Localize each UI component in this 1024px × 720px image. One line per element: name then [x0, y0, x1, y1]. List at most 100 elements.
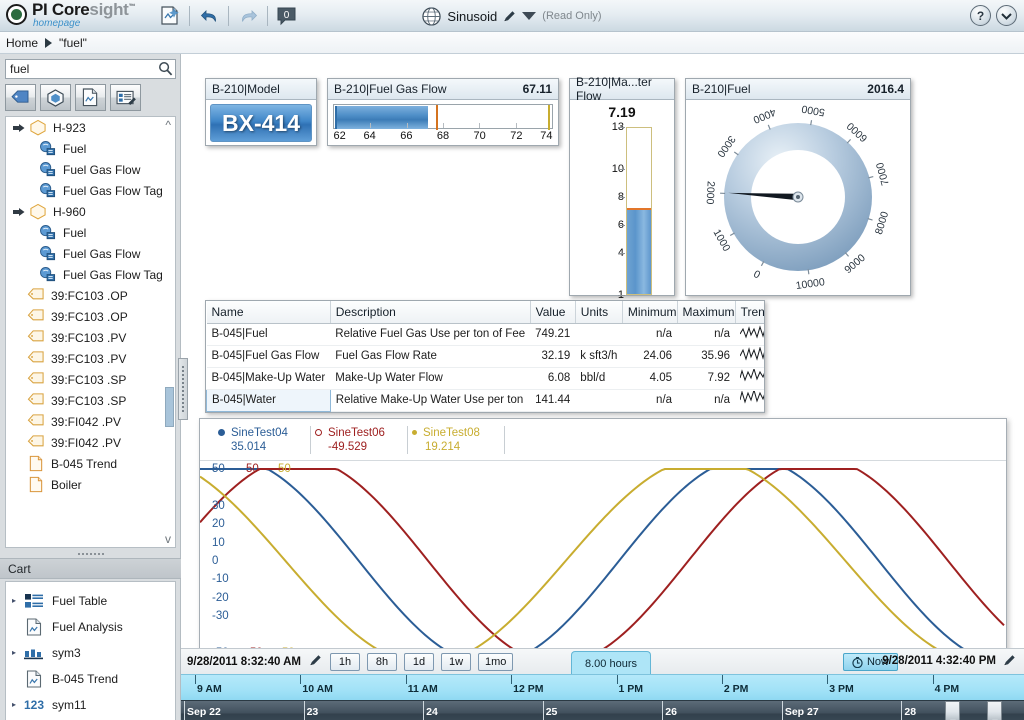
- table-row[interactable]: B-045|Water Relative Make-Up Water Use pe…: [206, 388, 764, 412]
- start-time-label[interactable]: 9/28/2011 8:32:40 AM: [187, 656, 301, 668]
- cart-item-sym11[interactable]: ▸ 123 sym11: [6, 692, 175, 718]
- tree-item-39-fi042-pv[interactable]: 39:FI042 .PV: [6, 432, 175, 453]
- quick-range-8h[interactable]: 8h: [367, 652, 398, 671]
- expand-arrow-icon[interactable]: [12, 206, 26, 218]
- tree-item-fuel-gas-flow[interactable]: Fuel Gas Flow: [6, 243, 175, 264]
- tree-item-b-045-trend[interactable]: B-045 Trend: [6, 453, 175, 474]
- help-button[interactable]: ?: [970, 5, 991, 26]
- range-handle-left[interactable]: [945, 701, 960, 720]
- filter-collections-button[interactable]: [110, 84, 141, 111]
- tree-item-39-fc103-pv[interactable]: 39:FC103 .PV: [6, 348, 175, 369]
- legend-top: SineTest04: [218, 427, 294, 439]
- data-table[interactable]: Name Description Value Units Minimum Maximum T…: [205, 300, 765, 413]
- tree-item-label: 39:FC103 .PV: [51, 351, 127, 366]
- search-input[interactable]: [5, 59, 176, 79]
- table-header-value[interactable]: Value: [530, 301, 576, 324]
- sidebar-grip-handle[interactable]: [5, 549, 176, 558]
- cart-item-b-045-trend[interactable]: B-045 Trend: [6, 666, 175, 692]
- document-menu-chevron-down-icon[interactable]: [522, 12, 537, 20]
- quick-range-1d[interactable]: 1d: [404, 652, 435, 671]
- tree-item-h-923[interactable]: H-923: [6, 117, 175, 138]
- redo-button[interactable]: [233, 3, 263, 29]
- widget-master-flow-vbar[interactable]: B-210|Ma...ter Flow 7.19 13108641: [569, 75, 675, 301]
- search-icon[interactable]: [158, 61, 173, 76]
- table-icon: [25, 593, 43, 608]
- widget-model-value[interactable]: B-210|Model BX-414: [205, 78, 317, 146]
- cart-list[interactable]: ▸ Fuel Table Fuel Analysis ▸ sym3 B-045 Trend…: [5, 581, 176, 720]
- filter-displays-button[interactable]: [75, 84, 106, 111]
- cart-expand-chevron-right-icon[interactable]: ▸: [12, 701, 22, 709]
- tree-item-39-fc103-op[interactable]: 39:FC103 .OP: [6, 285, 175, 306]
- app-logo[interactable]: PI Coresight™ homepage: [6, 1, 136, 29]
- cell-name[interactable]: B-045|Make-Up Water: [206, 367, 331, 390]
- cell-maximum: 35.96: [677, 345, 736, 368]
- y-axis-tick-label: 50: [212, 463, 225, 475]
- day-timeline[interactable]: Sep 22 23 24 25 26 Sep 27 28: [181, 700, 1024, 720]
- tree-item-39-fc103-sp[interactable]: 39:FC103 .SP: [6, 390, 175, 411]
- tree-scrollbar-thumb[interactable]: [165, 387, 174, 427]
- range-handle-right[interactable]: [987, 701, 1002, 720]
- sidebar-splitter[interactable]: [178, 358, 188, 420]
- tree-item-39-fc103-op[interactable]: 39:FC103 .OP: [6, 306, 175, 327]
- legend-item-sinetest06[interactable]: SineTest06 -49.529: [311, 427, 407, 453]
- chart-plot-area[interactable]: 503020100-10-20-30-5050-5050-50: [199, 461, 1006, 661]
- cart-item-fuel-analysis[interactable]: Fuel Analysis: [6, 614, 175, 640]
- cart-expand-chevron-right-icon[interactable]: ▸: [12, 597, 22, 605]
- widget-fuel-gas-flow-bar[interactable]: B-210|Fuel Gas Flow 67.11 62 64 66 68 70 72 74: [327, 78, 559, 146]
- table-header-minimum[interactable]: Minimum: [622, 301, 678, 324]
- cell-name[interactable]: B-045|Fuel: [206, 323, 331, 346]
- filter-tags-button[interactable]: [5, 84, 36, 111]
- hour-timeline[interactable]: 9 AM 10 AM 11 AM 12 PM 1 PM 2 PM 3 PM 4 PM: [181, 674, 1024, 700]
- tree-item-boiler[interactable]: Boiler: [6, 474, 175, 495]
- legend-item-sinetest04[interactable]: SineTest04 35.014: [214, 427, 310, 453]
- table-header-units[interactable]: Units: [575, 301, 623, 324]
- quick-range-1w[interactable]: 1w: [441, 652, 472, 671]
- tree-item-fuel-gas-flow-tag[interactable]: Fuel Gas Flow Tag: [6, 180, 175, 201]
- day-label: 28: [904, 706, 917, 718]
- hbar-scale-label: 72: [510, 130, 523, 142]
- undo-button[interactable]: [194, 3, 224, 29]
- cart-item-sym3[interactable]: ▸ sym3: [6, 640, 175, 666]
- new-display-button[interactable]: [155, 3, 185, 29]
- tree-item-fuel-gas-flow-tag[interactable]: Fuel Gas Flow Tag: [6, 264, 175, 285]
- options-chevron-down-icon[interactable]: [996, 5, 1017, 26]
- table-row[interactable]: B-045|Make-Up Water Make-Up Water Flow 6.0…: [206, 367, 764, 390]
- end-time-label[interactable]: 9/28/2011 4:32:40 PM: [882, 655, 996, 667]
- cell-name[interactable]: B-045|Fuel Gas Flow: [206, 345, 331, 368]
- quick-range-1mo[interactable]: 1mo: [478, 652, 514, 671]
- search-results-tree[interactable]: ^ v H-923 Fuel Fuel Gas Flow Fuel Gas Flow …: [5, 116, 176, 548]
- radial-tick-label: 9000: [842, 252, 868, 276]
- expand-arrow-icon[interactable]: [12, 122, 26, 134]
- cell-name[interactable]: B-045|Water: [206, 388, 331, 412]
- cart-item-fuel-table[interactable]: ▸ Fuel Table: [6, 588, 175, 614]
- tree-item-39-fi042-pv[interactable]: 39:FI042 .PV: [6, 411, 175, 432]
- document-name[interactable]: Sinusoid: [447, 9, 497, 24]
- tree-item-fuel-gas-flow[interactable]: Fuel Gas Flow: [6, 159, 175, 180]
- widget-fuel-radial-gauge[interactable]: B-210|Fuel 2016.4 0 1000 2000 3000 4000 …: [685, 78, 911, 296]
- toolbar-divider-2: [228, 6, 229, 26]
- end-time-edit-pencil-icon[interactable]: [1003, 654, 1016, 670]
- tree-scroll-down[interactable]: v: [165, 533, 171, 545]
- filter-elements-button[interactable]: [40, 84, 71, 111]
- breadcrumb-home[interactable]: Home: [6, 36, 38, 50]
- edit-pencil-icon[interactable]: [503, 10, 516, 23]
- table-header-maximum[interactable]: Maximum: [677, 301, 736, 324]
- quick-range-1h[interactable]: 1h: [330, 652, 361, 671]
- tree-scroll-up[interactable]: ^: [165, 119, 171, 131]
- cart-expand-chevron-right-icon[interactable]: ▸: [12, 649, 22, 657]
- tree-item-fuel[interactable]: Fuel: [6, 222, 175, 243]
- tree-item-h-960[interactable]: H-960: [6, 201, 175, 222]
- start-time-edit-pencil-icon[interactable]: [309, 654, 322, 670]
- tree-item-39-fc103-pv[interactable]: 39:FC103 .PV: [6, 327, 175, 348]
- attribute-icon: [40, 225, 56, 240]
- time-span-tab[interactable]: 8.00 hours: [571, 651, 651, 675]
- table-row[interactable]: B-045|Fuel Relative Fuel Gas Use per ton …: [206, 323, 764, 346]
- table-row[interactable]: B-045|Fuel Gas Flow Fuel Gas Flow Rate 32.…: [206, 345, 764, 368]
- tree-item-fuel[interactable]: Fuel: [6, 138, 175, 159]
- tree-item-39-fc103-sp[interactable]: 39:FC103 .SP: [6, 369, 175, 390]
- table-header-trend[interactable]: Trend: [735, 301, 764, 324]
- legend-item-sinetest08[interactable]: SineTest08 19.214: [408, 427, 504, 453]
- table-header-description[interactable]: Description: [330, 301, 531, 324]
- table-header-name[interactable]: Name: [206, 301, 331, 324]
- comments-button[interactable]: 0: [272, 3, 302, 29]
